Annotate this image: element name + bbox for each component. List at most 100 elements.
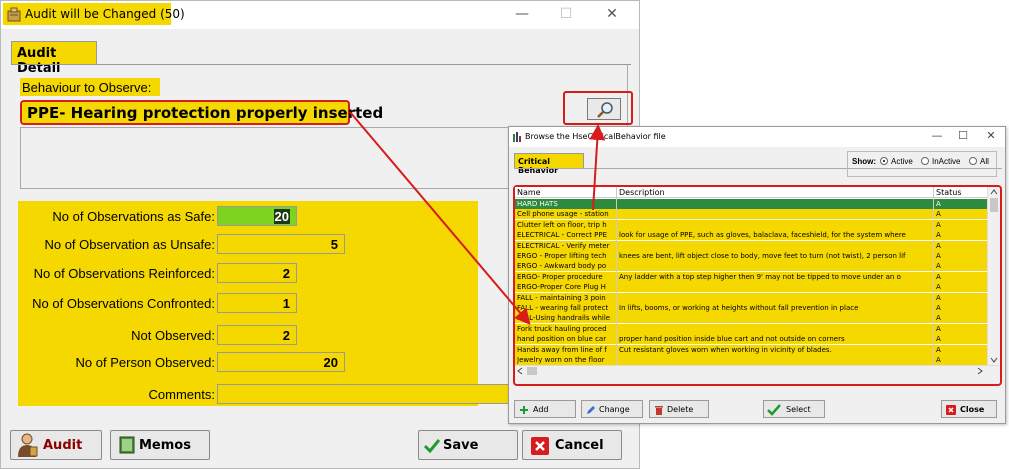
horizontal-scrollbar[interactable] <box>515 365 999 375</box>
cell-description: Any ladder with a top step higher then 9… <box>619 272 901 281</box>
cell-status: A <box>936 231 941 240</box>
behaviour-value[interactable]: PPE- Hearing protection properly inserte… <box>20 100 383 125</box>
browse-title-bar[interactable]: Browse the HseCriticalBehavior file — ☐ … <box>509 127 1005 147</box>
change-button-label: Change <box>599 405 630 414</box>
cell-name: ERGO - Awkward body po <box>517 262 607 271</box>
scroll-down-arrow-icon <box>990 357 998 363</box>
scroll-thumb[interactable] <box>990 198 998 212</box>
checkmark-icon <box>423 439 441 454</box>
maximize-button[interactable]: ☐ <box>551 5 581 25</box>
table-row[interactable]: FALL - maintaining 3 poin A <box>515 292 987 303</box>
table-row[interactable]: Jewelry worn on the floor A <box>515 355 987 365</box>
browse-minimize-button[interactable]: — <box>927 129 947 142</box>
cell-description: proper hand position inside blue cart an… <box>619 335 845 344</box>
unsafe-field[interactable]: 5 <box>217 234 345 254</box>
confronted-label: No of Observations Confronted: <box>32 296 215 311</box>
add-button[interactable]: Add <box>514 400 576 418</box>
checkmark-icon <box>767 404 781 416</box>
memo-book-icon <box>119 436 135 454</box>
radio-active[interactable] <box>880 157 888 165</box>
radio-inactive-label: InActive <box>932 157 961 166</box>
cell-status: A <box>936 293 941 302</box>
cell-name: Jewelry worn on the floor <box>517 356 605 364</box>
not-observed-field[interactable]: 2 <box>217 325 297 345</box>
cancel-button[interactable]: Cancel <box>522 430 622 460</box>
app-icon <box>7 7 21 22</box>
select-button[interactable]: Select <box>763 400 825 418</box>
audit-button[interactable]: Audit <box>10 430 102 460</box>
table-row[interactable]: FALL-Using handrails while A <box>515 313 987 324</box>
cancel-button-label: Cancel <box>555 438 604 453</box>
safe-label: No of Observations as Safe: <box>52 209 215 224</box>
scroll-left-arrow-icon <box>517 367 523 375</box>
safe-field[interactable]: 20 <box>217 206 297 226</box>
radio-all[interactable] <box>969 157 977 165</box>
memos-button-label: Memos <box>139 438 191 453</box>
cell-status: A <box>936 345 941 354</box>
persons-observed-field[interactable]: 20 <box>217 352 345 372</box>
browse-maximize-button[interactable]: ☐ <box>953 129 973 142</box>
table-row[interactable]: ELECTRICAL - Verify meter A <box>515 240 987 251</box>
pencil-icon <box>587 406 595 414</box>
cell-status: A <box>936 283 941 292</box>
table-row[interactable]: ERGO- Proper procedure Any ladder with a … <box>515 271 987 282</box>
table-row[interactable]: ELECTRICAL - Correct PPE look for usage o… <box>515 230 987 241</box>
table-row[interactable]: Cell phone usage - station A <box>515 209 987 220</box>
close-button[interactable]: Close <box>941 400 997 418</box>
table-row[interactable]: Clutter left on floor, trip h A <box>515 219 987 230</box>
browse-window: Browse the HseCriticalBehavior file — ☐ … <box>508 126 1006 424</box>
lookup-button[interactable] <box>587 98 621 120</box>
browse-title: Browse the HseCriticalBehavior file <box>525 132 666 141</box>
minimize-button[interactable]: — <box>507 5 537 25</box>
hscroll-thumb[interactable] <box>527 367 537 375</box>
delete-button[interactable]: Delete <box>649 400 709 418</box>
browse-close-window-button[interactable]: ✕ <box>981 129 1001 142</box>
radio-active-label: Active <box>891 157 913 166</box>
cell-status: A <box>936 220 941 229</box>
table-row[interactable]: ERGO - Proper lifting tech knees are bent… <box>515 251 987 261</box>
persons-observed-label: No of Person Observed: <box>75 355 215 370</box>
behavior-grid[interactable]: Name Description Status HARD HATS A Cell p… <box>515 187 999 375</box>
close-window-button[interactable]: ✕ <box>597 5 627 25</box>
column-description[interactable]: Description <box>619 188 665 197</box>
window-title: Audit will be Changed (50) <box>25 7 185 21</box>
not-observed-label: Not Observed: <box>131 328 215 343</box>
table-row[interactable]: Hands away from line of f Cut resistant g… <box>515 344 987 355</box>
table-row[interactable]: HARD HATS A <box>515 199 987 209</box>
table-row[interactable]: Fork truck hauling proced A <box>515 323 987 334</box>
trash-icon <box>655 406 663 415</box>
table-row[interactable]: FALL - wearing fall protect In lifts, boo… <box>515 303 987 313</box>
cell-name: ERGO - Proper lifting tech <box>517 252 607 260</box>
audit-button-label: Audit <box>43 438 83 453</box>
table-row[interactable]: ERGO-Proper Core Plug H A <box>515 282 987 293</box>
radio-inactive[interactable] <box>921 157 929 165</box>
table-row[interactable]: ERGO - Awkward body po A <box>515 261 987 272</box>
table-row[interactable]: hand position on blue car proper hand pos… <box>515 334 987 345</box>
cell-status: A <box>936 304 941 312</box>
memos-button[interactable]: Memos <box>110 430 210 460</box>
vertical-scrollbar[interactable] <box>987 187 999 365</box>
column-status[interactable]: Status <box>936 188 962 197</box>
cell-name: Clutter left on floor, trip h <box>517 220 607 229</box>
cell-name: hand position on blue car <box>517 335 607 344</box>
tab-audit-detail[interactable]: Audit Detail <box>11 41 97 76</box>
comments-label: Comments: <box>148 387 215 402</box>
browse-app-icon <box>513 132 521 142</box>
save-button[interactable]: Save <box>418 430 518 460</box>
cell-status: A <box>936 272 941 281</box>
tab-critical-behavior[interactable]: Critical Behavior <box>514 153 584 175</box>
change-button[interactable]: Change <box>581 400 643 418</box>
cell-name: FALL-Using handrails while <box>517 314 611 323</box>
comments-field[interactable] <box>217 384 517 404</box>
reinforced-field[interactable]: 2 <box>217 263 297 283</box>
unsafe-label: No of Observation as Unsafe: <box>44 237 215 252</box>
show-label: Show: <box>852 157 876 166</box>
show-filter: Show: Active InActive All <box>847 151 997 177</box>
title-bar[interactable]: Audit will be Changed (50) — ☐ ✕ <box>1 1 639 29</box>
auditor-icon <box>18 433 38 457</box>
cell-name: ERGO-Proper Core Plug H <box>517 283 606 292</box>
confronted-field[interactable]: 1 <box>217 293 297 313</box>
cell-name: ELECTRICAL - Correct PPE <box>517 231 608 240</box>
column-name[interactable]: Name <box>517 188 541 197</box>
tab-divider <box>11 64 631 65</box>
